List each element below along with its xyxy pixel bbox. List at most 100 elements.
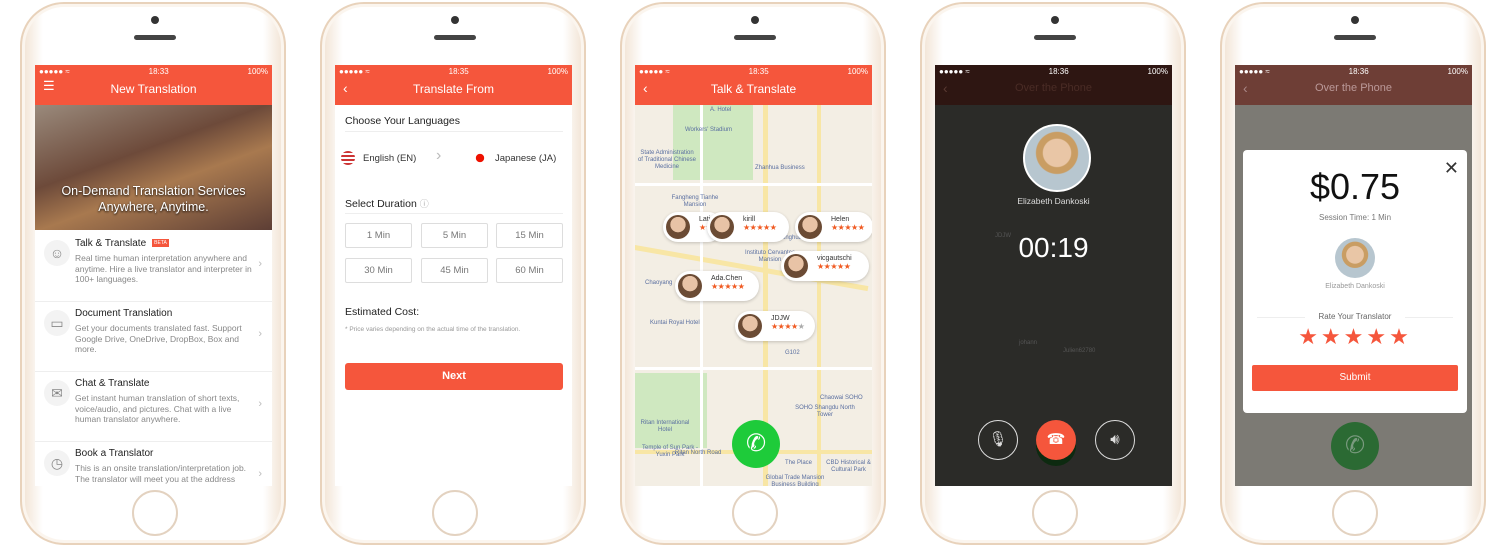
rate-label: Rate Your Translator — [1305, 312, 1405, 321]
speaker-icon: 🔊︎ — [1110, 431, 1120, 448]
camera — [1351, 16, 1359, 24]
screen-rate-session: ‹ Over the Phone ●●●●● ≈18:36 100% ✆ ✕ $0… — [1235, 65, 1472, 486]
translator-name: Elizabeth Dankoski — [1017, 196, 1090, 206]
mute-button[interactable]: 🎙︎ — [978, 420, 1018, 460]
speaker — [434, 35, 476, 40]
submit-button[interactable]: Submit — [1252, 365, 1458, 391]
map-label: Chaoyang — [645, 280, 673, 286]
to-language[interactable]: Japanese (JA) — [473, 151, 572, 165]
translator-name: JDJW — [771, 315, 790, 322]
map-label: Global Trade Mansion Business Building — [765, 475, 825, 486]
home-button[interactable] — [732, 490, 778, 536]
bg-translator: johann — [1019, 340, 1038, 346]
estimated-cost-label: Estimated Cost: — [345, 306, 420, 318]
translator-name: kirill — [743, 216, 756, 223]
translator-marker[interactable]: Ada.Chen ★★★★★ — [675, 271, 759, 301]
session-price: $0.75 — [1309, 166, 1401, 207]
map-label: Ritan International Hotel — [640, 420, 690, 433]
map-label: CBD Historical & Cultural Park — [826, 460, 871, 473]
screen-translate-from: ‹ Translate From ●●●●● ≈18:35 100% Choose… — [335, 65, 572, 486]
home-button[interactable] — [432, 490, 478, 536]
translator-marker[interactable]: Helen ★★★★★ — [795, 212, 872, 242]
list-item-talk-translate[interactable]: ☺ Talk & Translate BETA Real time human i… — [35, 232, 272, 302]
divider — [345, 131, 563, 132]
map-label: Kuntai Royal Hotel — [650, 320, 700, 326]
next-button[interactable]: Next — [345, 363, 563, 390]
home-button[interactable] — [132, 490, 178, 536]
nav-title: Over the Phone — [1014, 82, 1093, 94]
choose-languages-label: Choose Your Languages — [345, 115, 461, 127]
divider — [345, 213, 563, 214]
star-rating: ★★★★★ — [743, 223, 777, 232]
avatar — [678, 274, 702, 298]
chevron-right-icon: › — [258, 328, 262, 340]
map-label: Workers' Stadium — [685, 127, 733, 133]
star-rating: ★★★★★ — [831, 223, 865, 232]
map-label: SOHO Shangdu North Tower — [795, 405, 855, 418]
translator-marker[interactable]: kirill ★★★★★ — [707, 212, 789, 242]
screen-new-translation: ☰ New Translation ●●●●● ≈18:33 100% On-De… — [35, 65, 272, 486]
list-item-book-translator[interactable]: ◷ Book a Translator This is an onsite tr… — [35, 442, 272, 486]
map-label: G102 — [785, 350, 800, 356]
chevron-right-icon: › — [436, 147, 442, 164]
status-bar: ●●●●● ≈18:36 100% — [939, 66, 1168, 76]
translator-avatar — [1023, 124, 1091, 192]
phone-frame-3: A. Hotel State Administration of Traditio… — [620, 2, 886, 545]
avatar — [784, 254, 808, 278]
item-title: Chat & Translate — [75, 378, 150, 389]
map-label: State Administration of Traditional Chin… — [637, 150, 697, 170]
translator-name: Elizabeth Dankoski — [1325, 283, 1385, 290]
star-rating: ★★★★★ — [817, 262, 851, 271]
camera — [751, 16, 759, 24]
select-duration-label: Select Duration ⓘ — [345, 198, 429, 210]
home-button[interactable] — [1032, 490, 1078, 536]
item-desc: Real time human interpretation anywhere … — [75, 253, 252, 284]
status-bar: ●●●●● ≈18:33 100% — [39, 66, 268, 76]
map-label: Temple of Sun Park - Yuxin Park — [641, 445, 699, 458]
screen-call-in-progress: ‹ Over the Phone ●●●●● ≈18:36 100% JDJW J… — [935, 65, 1172, 486]
phone-frame-2: ‹ Translate From ●●●●● ≈18:35 100% Choose… — [320, 2, 586, 545]
document-icon: ▭ — [44, 310, 70, 336]
from-language-label: English (EN) — [363, 153, 417, 164]
chevron-right-icon: › — [258, 398, 262, 410]
map-label: A. Hotel — [710, 107, 732, 113]
microphone-off-icon: 🎙︎ — [988, 431, 1008, 448]
translator-marker[interactable]: JDJW ★★★★★ — [735, 311, 815, 341]
book-icon: ◷ — [44, 450, 70, 476]
home-button[interactable] — [1332, 490, 1378, 536]
end-call-button[interactable]: ☎ — [1036, 420, 1076, 460]
rating-stars[interactable]: ★★★★★ — [1243, 324, 1467, 350]
speaker-button[interactable]: 🔊︎ — [1095, 420, 1135, 460]
translator-avatar — [1335, 238, 1375, 278]
duration-option[interactable]: 1 Min — [345, 223, 412, 248]
chat-icon: ✉ — [44, 380, 70, 406]
item-title: Document Translation — [75, 308, 173, 319]
session-time: Session Time: 1 Min — [1318, 213, 1392, 222]
beta-badge: BETA — [152, 239, 169, 248]
speaker — [1334, 35, 1376, 40]
map-label: Zhanhua Business — [755, 165, 805, 171]
duration-option[interactable]: 30 Min — [345, 258, 412, 283]
item-title: Talk & Translate — [75, 238, 147, 249]
call-button[interactable]: ✆ — [732, 420, 780, 468]
chevron-right-icon: › — [258, 258, 262, 270]
duration-option[interactable]: 60 Min — [496, 258, 563, 283]
chevron-right-icon: › — [258, 468, 262, 480]
map-label: Chaowai SOHO — [820, 395, 863, 401]
list-item-chat-translate[interactable]: ✉ Chat & Translate Get instant human tra… — [35, 372, 272, 442]
translator-name: Ada.Chen — [711, 275, 743, 282]
translator-marker[interactable]: vicgautschi ★★★★★ — [781, 251, 869, 281]
duration-option[interactable]: 45 Min — [421, 258, 488, 283]
rating-modal: ✕ $0.75 Session Time: 1 Min Elizabeth Da… — [1243, 150, 1467, 413]
list-item-document-translation[interactable]: ▭ Document Translation Get your document… — [35, 302, 272, 372]
nav-title: New Translation — [110, 82, 197, 96]
duration-option[interactable]: 5 Min — [421, 223, 488, 248]
call-timer: 00:19 — [1018, 232, 1089, 263]
from-language[interactable]: English (EN) — [341, 151, 441, 165]
nav-title: Over the Phone — [1314, 82, 1393, 94]
nav-title: Talk & Translate — [710, 82, 797, 96]
duration-option[interactable]: 15 Min — [496, 223, 563, 248]
avatar — [710, 215, 734, 239]
nav-title: Translate From — [413, 82, 494, 96]
map-label: Fangheng Tianhe Mansion — [671, 195, 719, 208]
